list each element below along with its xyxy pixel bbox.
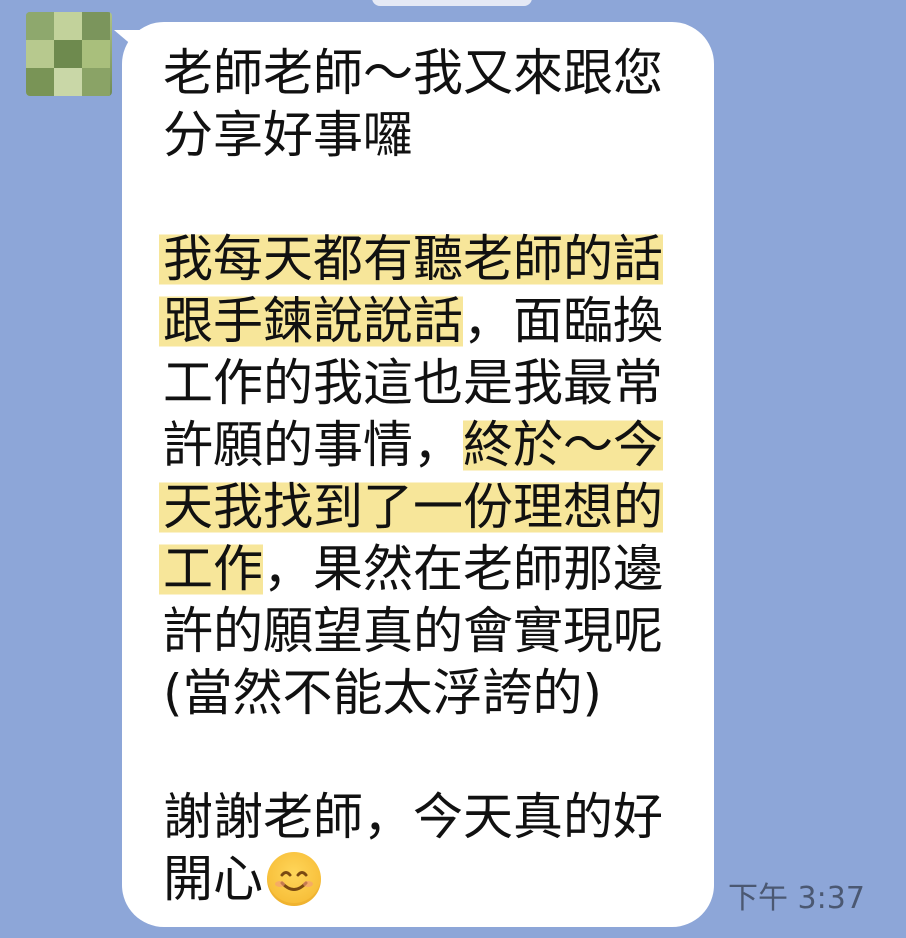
avatar-pixel xyxy=(26,40,54,68)
avatar-pixel xyxy=(54,40,82,68)
text-segment: ，果然在老師那邊 xyxy=(263,540,663,598)
highlighted-segment: 跟手鍊說說話 xyxy=(159,292,463,350)
message-text: 老師老師～我又來跟您 分享好事囉 我每天都有聽老師的話 跟手鍊說說話，面臨換 工… xyxy=(159,42,678,910)
highlighted-segment: 終於～今 xyxy=(463,416,663,474)
text-segment: 許願的事情， xyxy=(163,416,463,474)
message-line: 天我找到了一份理想的 xyxy=(159,476,678,538)
message-line: 我每天都有聽老師的話 xyxy=(159,228,678,290)
message-timestamp: 下午 3:37 xyxy=(728,881,865,916)
highlighted-segment: 每天都有聽老師的話 xyxy=(213,230,663,288)
text-segment: (當然不能太浮誇的) xyxy=(163,664,603,722)
sender-avatar[interactable] xyxy=(26,12,112,96)
avatar-pixel xyxy=(82,68,110,96)
message-line: 開心 xyxy=(163,848,678,910)
message-line: 跟手鍊說說話，面臨換 xyxy=(159,290,678,352)
message-line: 許的願望真的會實現呢 xyxy=(163,600,678,662)
text-segment: 我 xyxy=(159,230,213,288)
text-segment: 開心 xyxy=(163,850,263,908)
highlighted-segment: 工作 xyxy=(159,540,263,598)
avatar-pixel xyxy=(82,40,110,68)
text-segment: 許的願望真的會實現呢 xyxy=(163,602,663,660)
text-segment: 分享好事囉 xyxy=(163,106,413,164)
message-line: 工作的我這也是我最常 xyxy=(163,352,678,414)
message-line: 謝謝老師，今天真的好 xyxy=(163,786,678,848)
previous-message-edge xyxy=(372,0,532,6)
message-line: 老師老師～我又來跟您 xyxy=(163,42,678,104)
text-segment: 老師老師～我又來跟您 xyxy=(163,44,663,102)
avatar-pixel xyxy=(54,12,82,40)
avatar-pixel xyxy=(82,12,110,40)
message-line: 許願的事情，終於～今 xyxy=(163,414,678,476)
avatar-pixel xyxy=(54,68,82,96)
message-line: 分享好事囉 xyxy=(163,104,678,166)
highlighted-segment: 天我找到了一份理想的 xyxy=(159,478,663,536)
message-line: (當然不能太浮誇的) xyxy=(163,662,678,724)
text-segment: 工作的我這也是我最常 xyxy=(163,354,663,412)
smiling-face-emoji-icon xyxy=(267,851,321,906)
avatar-pixel xyxy=(26,68,54,96)
text-segment: ，面臨換 xyxy=(463,292,663,350)
message-line: 工作，果然在老師那邊 xyxy=(159,538,678,600)
text-segment: 謝謝老師，今天真的好 xyxy=(163,788,663,846)
avatar-pixel xyxy=(26,12,54,40)
